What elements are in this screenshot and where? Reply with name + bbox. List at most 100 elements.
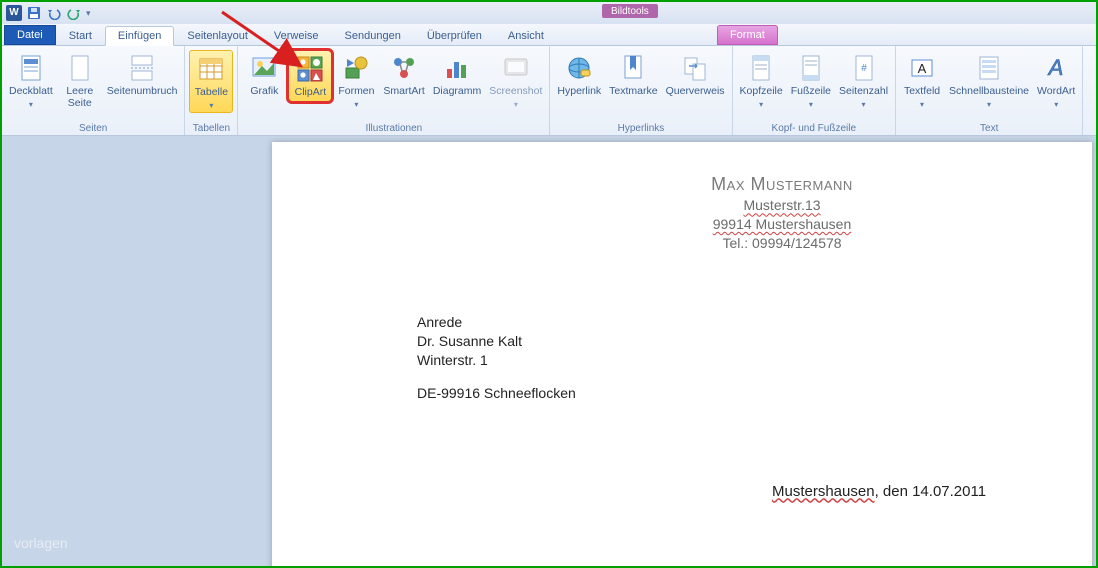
seitenumbruch-button[interactable]: Seitenumbruch — [104, 50, 181, 100]
recipient-street: Winterstr. 1 — [417, 351, 1022, 370]
sender-street: Musterstr.13 — [743, 197, 820, 213]
schnellbausteine-label: Schnellbausteine — [949, 86, 1029, 98]
dropdown-arrow-icon: ▾ — [759, 100, 763, 109]
undo-icon[interactable] — [46, 5, 62, 21]
recipient-block: Anrede Dr. Susanne Kalt Winterstr. 1 DE-… — [417, 313, 1022, 403]
tab-file[interactable]: Datei — [4, 25, 56, 45]
watermark-text: vorlagen — [14, 535, 68, 551]
tab-seitenlayout[interactable]: Seitenlayout — [174, 26, 261, 45]
tab-einfügen[interactable]: Einfügen — [105, 26, 174, 46]
grafik-icon — [248, 52, 280, 84]
group-title: Hyperlinks — [554, 122, 727, 135]
formen-label: Formen — [338, 86, 374, 98]
tab-start[interactable]: Start — [56, 26, 105, 45]
group-tabellen: Tabelle▾Tabellen — [185, 46, 238, 135]
group-title: Kopf- und Fußzeile — [737, 122, 892, 135]
title-bar: W ▾ Bildtools — [2, 2, 1096, 24]
clipart-button[interactable]: ClipArt — [288, 50, 332, 102]
screenshot-button: Screenshot ▾ — [486, 50, 545, 111]
quick-access-toolbar: W ▾ — [6, 5, 91, 21]
schnellbausteine-icon — [973, 52, 1005, 84]
fusszeile-label: Fußzeile — [791, 86, 831, 98]
ribbon: Deckblatt▾ LeereSeite Seitenumbruch Seiten T… — [2, 46, 1096, 136]
wordart-button[interactable]: A WordArt ▾ — [1034, 50, 1078, 111]
place: Mustershausen — [772, 483, 875, 500]
textfeld-button[interactable]: A Textfeld ▾ — [900, 50, 944, 111]
textmarke-button[interactable]: Textmarke — [606, 50, 660, 100]
formen-button[interactable]: Formen▾ — [334, 50, 378, 111]
hyperlink-icon — [563, 52, 595, 84]
tabelle-button[interactable]: Tabelle ▾ — [189, 50, 233, 113]
group-title: Illustrationen — [242, 122, 545, 135]
group-text: ATextfeld▾Schnellbausteine▾AWordArt▾Text — [896, 46, 1083, 135]
leere-seite-button[interactable]: LeereSeite — [58, 50, 102, 111]
recipient-salutation: Anrede — [417, 313, 1022, 332]
tab-sendungen[interactable]: Sendungen — [332, 26, 414, 45]
svg-text:A: A — [1047, 55, 1064, 80]
hyperlink-button[interactable]: Hyperlink — [554, 50, 604, 100]
dropdown-arrow-icon: ▾ — [920, 100, 924, 109]
context-tab-group-label: Bildtools — [602, 4, 658, 18]
group-illustrationen: GrafikClipArtFormen▾SmartArtDiagrammScre… — [238, 46, 550, 135]
seitenumbruch-icon — [126, 52, 158, 84]
ribbon-tabs: Datei StartEinfügenSeitenlayoutVerweiseS… — [2, 24, 1096, 46]
word-app-icon: W — [6, 5, 22, 21]
group-hyperlinks: Hyperlink Textmarke Querverweis Hyperlinks — [550, 46, 732, 135]
group-kopf-und-fu-zeile: Kopfzeile▾Fußzeile▾#Seitenzahl▾Kopf- und… — [733, 46, 897, 135]
textmarke-label: Textmarke — [609, 86, 657, 98]
svg-text:#: # — [861, 63, 867, 74]
group-seiten: Deckblatt▾ LeereSeite Seitenumbruch Seiten — [2, 46, 185, 135]
dropdown-arrow-icon: ▾ — [209, 101, 213, 110]
seitenzahl-icon: # — [848, 52, 880, 84]
textfeld-label: Textfeld — [904, 86, 940, 98]
left-margin-area: vorlagen — [2, 136, 272, 566]
svg-text:A: A — [918, 61, 927, 76]
kopfzeile-icon — [745, 52, 777, 84]
grafik-label: Grafik — [250, 86, 278, 98]
querverweis-icon — [679, 52, 711, 84]
querverweis-button[interactable]: Querverweis — [663, 50, 728, 100]
tab-format[interactable]: Format — [717, 25, 778, 45]
seitenzahl-button[interactable]: #Seitenzahl▾ — [836, 50, 891, 111]
save-icon[interactable] — [26, 5, 42, 21]
date: 14.07.2011 — [912, 483, 986, 500]
redo-icon[interactable] — [66, 5, 82, 21]
schnellbausteine-button[interactable]: Schnellbausteine▾ — [946, 50, 1032, 111]
dropdown-arrow-icon: ▾ — [514, 100, 518, 109]
screenshot-label: Screenshot — [489, 86, 542, 98]
smartart-button[interactable]: SmartArt — [380, 50, 427, 100]
tab-ansicht[interactable]: Ansicht — [495, 26, 557, 45]
smartart-label: SmartArt — [383, 86, 424, 98]
tab-verweise[interactable]: Verweise — [261, 26, 332, 45]
dropdown-arrow-icon: ▾ — [29, 100, 33, 109]
dropdown-arrow-icon: ▾ — [862, 100, 866, 109]
tab-überprüfen[interactable]: Überprüfen — [414, 26, 495, 45]
dropdown-arrow-icon: ▾ — [1054, 100, 1058, 109]
wordart-label: WordArt — [1037, 86, 1075, 98]
leere-seite-label: LeereSeite — [66, 86, 93, 109]
diagramm-icon — [441, 52, 473, 84]
diagramm-button[interactable]: Diagramm — [430, 50, 484, 100]
querverweis-label: Querverweis — [666, 86, 725, 98]
group-title: Seiten — [6, 122, 180, 135]
grafik-button[interactable]: Grafik — [242, 50, 286, 100]
kopfzeile-label: Kopfzeile — [740, 86, 783, 98]
qat-customize-icon[interactable]: ▾ — [86, 8, 91, 19]
textmarke-icon — [617, 52, 649, 84]
smartart-icon — [388, 52, 420, 84]
clipart-icon — [294, 53, 326, 85]
sender-city: 99914 Mustershausen — [713, 216, 852, 232]
sender-tel: Tel.: 09994/124578 — [652, 234, 912, 253]
recipient-name: Dr. Susanne Kalt — [417, 332, 1022, 351]
fusszeile-icon — [795, 52, 827, 84]
leere-seite-icon — [64, 52, 96, 84]
tabelle-label: Tabelle — [195, 87, 228, 99]
kopfzeile-button[interactable]: Kopfzeile ▾ — [737, 50, 786, 111]
screenshot-icon — [500, 52, 532, 84]
tabelle-icon — [195, 53, 227, 85]
place-date-line: Mustershausen, den 14.07.2011 — [772, 483, 1022, 500]
sender-name: Max Mustermann — [652, 172, 912, 196]
clipart-label: ClipArt — [295, 87, 327, 99]
deckblatt-button[interactable]: Deckblatt▾ — [6, 50, 56, 111]
fusszeile-button[interactable]: Fußzeile▾ — [788, 50, 834, 111]
